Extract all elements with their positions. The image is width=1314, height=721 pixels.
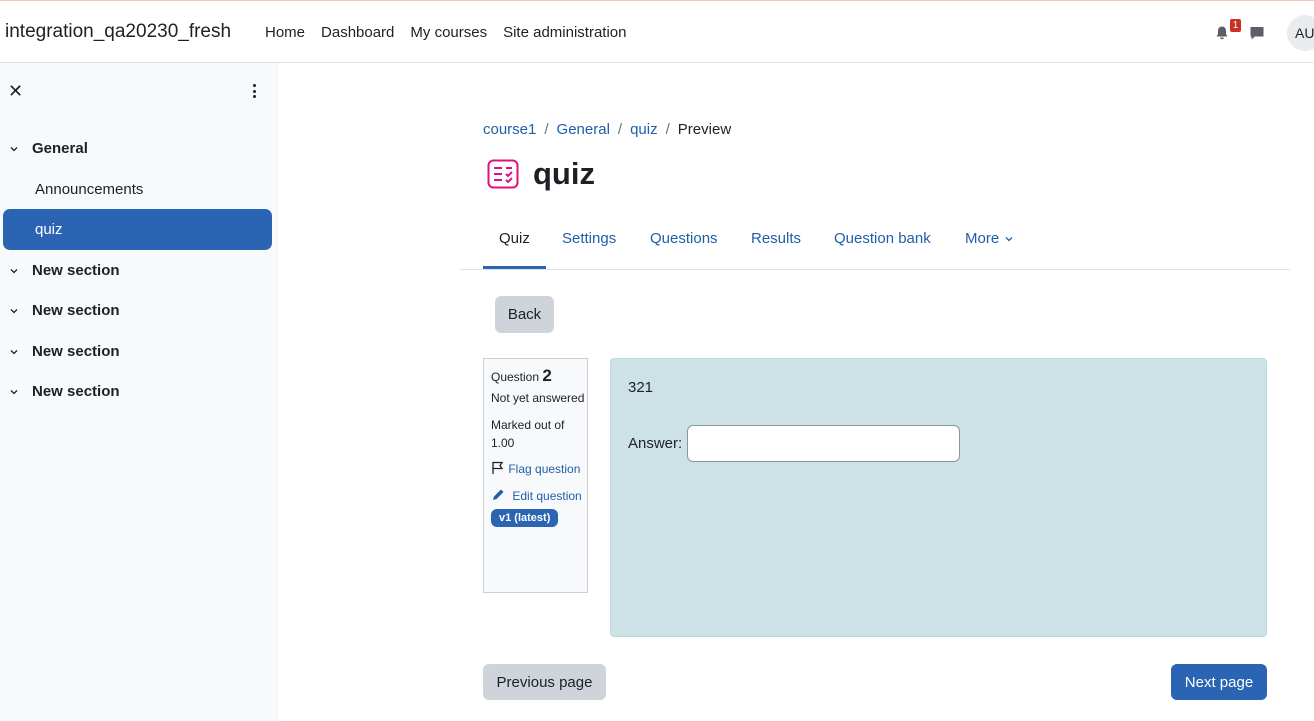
pencil-icon (493, 489, 504, 500)
question-number-value: 2 (542, 366, 552, 385)
activity-quiz[interactable]: quiz (3, 209, 272, 250)
tab-results[interactable]: Results (751, 230, 801, 247)
chevron-down-icon (10, 146, 18, 151)
section-label: New section (32, 262, 120, 279)
nav-my-courses[interactable]: My courses (410, 24, 487, 41)
chevron-down-icon (10, 349, 18, 354)
chevron-down-icon (10, 308, 18, 313)
activity-announcements[interactable]: Announcements (35, 181, 143, 198)
edit-question-label[interactable]: Edit question (512, 489, 581, 503)
question-content: 321 Answer: (610, 358, 1267, 637)
section-new-section-4[interactable]: New section (10, 383, 120, 400)
question-label: Question (491, 370, 540, 384)
bell-icon[interactable] (1214, 25, 1230, 41)
version-badge: v1 (latest) (491, 509, 559, 527)
back-button[interactable]: Back (495, 296, 554, 333)
tab-question-bank[interactable]: Question bank (834, 230, 931, 247)
flag-question-link[interactable]: Flag question (491, 460, 587, 478)
answer-input[interactable] (687, 425, 960, 462)
section-label: New section (32, 383, 120, 400)
section-new-section-3[interactable]: New section (10, 343, 120, 360)
section-label: General (32, 140, 88, 157)
site-name[interactable]: integration_qa20230_fresh (5, 21, 231, 43)
breadcrumb: course1 / General / quiz / Preview (483, 121, 731, 138)
question-number: Question 2 (491, 367, 587, 386)
tab-questions[interactable]: Questions (650, 230, 718, 247)
breadcrumb-course1[interactable]: course1 (483, 121, 536, 138)
flag-icon (492, 461, 504, 474)
section-label: New section (32, 343, 120, 360)
section-new-section-1[interactable]: New section (10, 262, 120, 279)
next-page-button[interactable]: Next page (1171, 664, 1267, 700)
primary-navigation: Home Dashboard My courses Site administr… (265, 24, 643, 41)
breadcrumb-separator: / (617, 121, 623, 138)
more-options-icon[interactable] (250, 84, 258, 100)
tab-more[interactable]: More (965, 230, 1013, 247)
nav-home[interactable]: Home (265, 24, 305, 41)
question-grade: Marked out of 1.00 (491, 418, 565, 450)
edit-question-link[interactable]: Edit question (491, 487, 587, 505)
breadcrumb-general[interactable]: General (557, 121, 610, 138)
course-index-drawer: ✕ General Announcements quiz New section… (0, 63, 278, 721)
question-info: Question 2 Not yet answered Marked out o… (483, 358, 588, 593)
breadcrumb-separator: / (544, 121, 549, 138)
secondary-navigation: Quiz Settings Questions Results Question… (460, 222, 1290, 270)
chat-icon[interactable] (1249, 25, 1265, 41)
top-navbar: integration_qa20230_fresh Home Dashboard… (0, 0, 1314, 63)
flag-question-label[interactable]: Flag question (508, 462, 580, 476)
nav-dashboard[interactable]: Dashboard (321, 24, 394, 41)
quiz-icon (487, 159, 519, 189)
tab-quiz[interactable]: Quiz (499, 230, 530, 247)
page-title: quiz (533, 156, 595, 191)
question-state: Not yet answered (491, 391, 585, 405)
nav-site-administration[interactable]: Site administration (503, 24, 626, 41)
tab-settings[interactable]: Settings (562, 230, 616, 247)
question-text: 321 (628, 379, 654, 396)
previous-page-button[interactable]: Previous page (483, 664, 606, 700)
active-tab-indicator (483, 266, 546, 269)
user-avatar[interactable]: AU (1287, 15, 1314, 51)
close-drawer-icon[interactable]: ✕ (8, 82, 23, 100)
notification-count-badge: 1 (1230, 19, 1241, 32)
section-label: New section (32, 302, 120, 319)
chevron-down-icon (1005, 237, 1013, 242)
section-new-section-2[interactable]: New section (10, 302, 120, 319)
breadcrumb-quiz[interactable]: quiz (630, 121, 658, 138)
breadcrumb-current: Preview (677, 121, 732, 138)
section-general[interactable]: General (10, 140, 88, 157)
breadcrumb-separator: / (665, 121, 670, 138)
answer-label: Answer: (628, 435, 683, 452)
chevron-down-icon (10, 389, 18, 394)
tab-more-label: More (965, 230, 1000, 247)
chevron-down-icon (10, 268, 18, 273)
